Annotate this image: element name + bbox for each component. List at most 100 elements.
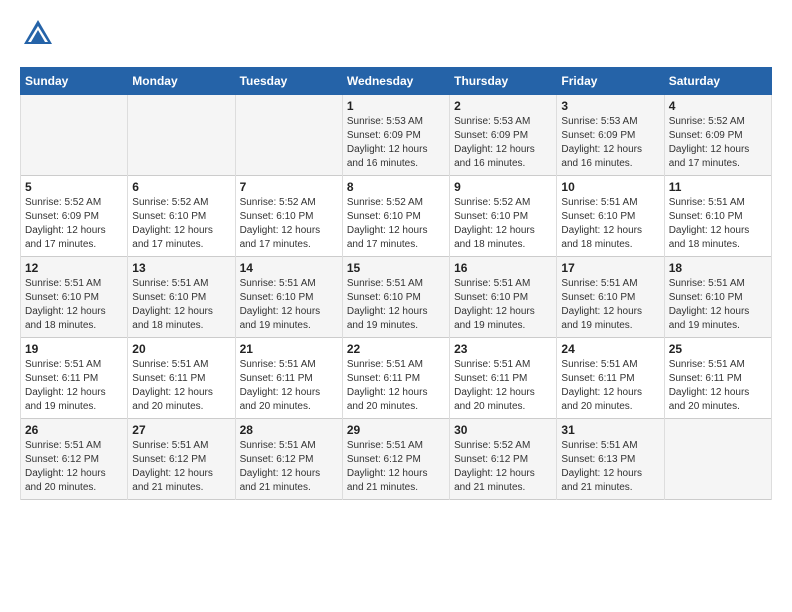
day-info: Sunrise: 5:51 AM Sunset: 6:11 PM Dayligh… xyxy=(25,358,123,414)
day-number: 30 xyxy=(454,423,552,437)
day-info: Sunrise: 5:51 AM Sunset: 6:11 PM Dayligh… xyxy=(132,358,230,414)
day-info: Sunrise: 5:51 AM Sunset: 6:10 PM Dayligh… xyxy=(347,277,445,333)
day-info: Sunrise: 5:52 AM Sunset: 6:09 PM Dayligh… xyxy=(669,115,767,171)
day-info: Sunrise: 5:53 AM Sunset: 6:09 PM Dayligh… xyxy=(561,115,659,171)
day-info: Sunrise: 5:51 AM Sunset: 6:10 PM Dayligh… xyxy=(240,277,338,333)
calendar-cell: 29 Sunrise: 5:51 AM Sunset: 6:12 PM Dayli… xyxy=(342,419,449,500)
logo xyxy=(20,16,60,57)
day-number: 10 xyxy=(561,180,659,194)
day-info: Sunrise: 5:51 AM Sunset: 6:13 PM Dayligh… xyxy=(561,439,659,495)
day-number: 4 xyxy=(669,99,767,113)
day-info: Sunrise: 5:51 AM Sunset: 6:10 PM Dayligh… xyxy=(669,277,767,333)
day-info: Sunrise: 5:53 AM Sunset: 6:09 PM Dayligh… xyxy=(454,115,552,171)
calendar-cell: 16 Sunrise: 5:51 AM Sunset: 6:10 PM Dayli… xyxy=(450,257,557,338)
calendar-cell: 13 Sunrise: 5:51 AM Sunset: 6:10 PM Dayli… xyxy=(128,257,235,338)
day-number: 23 xyxy=(454,342,552,356)
day-number: 18 xyxy=(669,261,767,275)
day-info: Sunrise: 5:52 AM Sunset: 6:09 PM Dayligh… xyxy=(25,196,123,252)
calendar-week-row: 19 Sunrise: 5:51 AM Sunset: 6:11 PM Dayli… xyxy=(21,338,772,419)
page-header xyxy=(20,16,772,57)
day-number: 2 xyxy=(454,99,552,113)
day-number: 8 xyxy=(347,180,445,194)
day-number: 26 xyxy=(25,423,123,437)
day-info: Sunrise: 5:51 AM Sunset: 6:10 PM Dayligh… xyxy=(132,277,230,333)
day-number: 27 xyxy=(132,423,230,437)
day-info: Sunrise: 5:52 AM Sunset: 6:10 PM Dayligh… xyxy=(454,196,552,252)
calendar-cell: 2 Sunrise: 5:53 AM Sunset: 6:09 PM Daylig… xyxy=(450,95,557,176)
calendar-week-row: 26 Sunrise: 5:51 AM Sunset: 6:12 PM Dayli… xyxy=(21,419,772,500)
calendar-cell: 4 Sunrise: 5:52 AM Sunset: 6:09 PM Daylig… xyxy=(664,95,771,176)
header-tuesday: Tuesday xyxy=(235,68,342,95)
calendar-table: SundayMondayTuesdayWednesdayThursdayFrid… xyxy=(20,67,772,500)
calendar-cell: 17 Sunrise: 5:51 AM Sunset: 6:10 PM Dayli… xyxy=(557,257,664,338)
day-number: 21 xyxy=(240,342,338,356)
calendar-cell: 3Sunrise: 5:53 AM Sunset: 6:09 PM Daylig… xyxy=(557,95,664,176)
day-number: 24 xyxy=(561,342,659,356)
header-sunday: Sunday xyxy=(21,68,128,95)
calendar-cell: 24Sunrise: 5:51 AM Sunset: 6:11 PM Dayli… xyxy=(557,338,664,419)
calendar-cell: 21 Sunrise: 5:51 AM Sunset: 6:11 PM Dayli… xyxy=(235,338,342,419)
day-number: 9 xyxy=(454,180,552,194)
day-number: 29 xyxy=(347,423,445,437)
calendar-cell: 25Sunrise: 5:51 AM Sunset: 6:11 PM Dayli… xyxy=(664,338,771,419)
day-info: Sunrise: 5:51 AM Sunset: 6:12 PM Dayligh… xyxy=(347,439,445,495)
day-info: Sunrise: 5:51 AM Sunset: 6:10 PM Dayligh… xyxy=(561,196,659,252)
calendar-cell: 7 Sunrise: 5:52 AM Sunset: 6:10 PM Daylig… xyxy=(235,176,342,257)
calendar-cell: 14 Sunrise: 5:51 AM Sunset: 6:10 PM Dayli… xyxy=(235,257,342,338)
calendar-cell: 23Sunrise: 5:51 AM Sunset: 6:11 PM Dayli… xyxy=(450,338,557,419)
day-number: 22 xyxy=(347,342,445,356)
calendar-cell: 26 Sunrise: 5:51 AM Sunset: 6:12 PM Dayli… xyxy=(21,419,128,500)
calendar-cell: 18 Sunrise: 5:51 AM Sunset: 6:10 PM Dayli… xyxy=(664,257,771,338)
day-number: 15 xyxy=(347,261,445,275)
day-info: Sunrise: 5:51 AM Sunset: 6:12 PM Dayligh… xyxy=(25,439,123,495)
day-number: 5 xyxy=(25,180,123,194)
calendar-cell: 28 Sunrise: 5:51 AM Sunset: 6:12 PM Dayli… xyxy=(235,419,342,500)
day-number: 12 xyxy=(25,261,123,275)
calendar-cell: 31Sunrise: 5:51 AM Sunset: 6:13 PM Dayli… xyxy=(557,419,664,500)
day-number: 14 xyxy=(240,261,338,275)
calendar-cell xyxy=(128,95,235,176)
header-monday: Monday xyxy=(128,68,235,95)
calendar-cell: 27 Sunrise: 5:51 AM Sunset: 6:12 PM Dayli… xyxy=(128,419,235,500)
day-number: 13 xyxy=(132,261,230,275)
calendar-week-row: 1Sunrise: 5:53 AM Sunset: 6:09 PM Daylig… xyxy=(21,95,772,176)
day-info: Sunrise: 5:51 AM Sunset: 6:10 PM Dayligh… xyxy=(669,196,767,252)
day-number: 11 xyxy=(669,180,767,194)
calendar-cell: 19 Sunrise: 5:51 AM Sunset: 6:11 PM Dayli… xyxy=(21,338,128,419)
calendar-cell: 15 Sunrise: 5:51 AM Sunset: 6:10 PM Dayli… xyxy=(342,257,449,338)
day-number: 6 xyxy=(132,180,230,194)
header-thursday: Thursday xyxy=(450,68,557,95)
day-number: 17 xyxy=(561,261,659,275)
header-friday: Friday xyxy=(557,68,664,95)
calendar-cell: 10 Sunrise: 5:51 AM Sunset: 6:10 PM Dayli… xyxy=(557,176,664,257)
calendar-week-row: 5 Sunrise: 5:52 AM Sunset: 6:09 PM Daylig… xyxy=(21,176,772,257)
day-info: Sunrise: 5:51 AM Sunset: 6:11 PM Dayligh… xyxy=(240,358,338,414)
calendar-cell: 8 Sunrise: 5:52 AM Sunset: 6:10 PM Daylig… xyxy=(342,176,449,257)
day-info: Sunrise: 5:51 AM Sunset: 6:11 PM Dayligh… xyxy=(347,358,445,414)
day-number: 28 xyxy=(240,423,338,437)
day-info: Sunrise: 5:51 AM Sunset: 6:10 PM Dayligh… xyxy=(454,277,552,333)
day-info: Sunrise: 5:51 AM Sunset: 6:12 PM Dayligh… xyxy=(132,439,230,495)
calendar-cell xyxy=(21,95,128,176)
day-number: 16 xyxy=(454,261,552,275)
day-info: Sunrise: 5:51 AM Sunset: 6:11 PM Dayligh… xyxy=(669,358,767,414)
day-info: Sunrise: 5:53 AM Sunset: 6:09 PM Dayligh… xyxy=(347,115,445,171)
day-number: 7 xyxy=(240,180,338,194)
day-info: Sunrise: 5:51 AM Sunset: 6:10 PM Dayligh… xyxy=(25,277,123,333)
day-info: Sunrise: 5:52 AM Sunset: 6:10 PM Dayligh… xyxy=(132,196,230,252)
day-info: Sunrise: 5:52 AM Sunset: 6:10 PM Dayligh… xyxy=(240,196,338,252)
day-info: Sunrise: 5:52 AM Sunset: 6:12 PM Dayligh… xyxy=(454,439,552,495)
calendar-cell: 12 Sunrise: 5:51 AM Sunset: 6:10 PM Dayli… xyxy=(21,257,128,338)
calendar-cell: 6 Sunrise: 5:52 AM Sunset: 6:10 PM Daylig… xyxy=(128,176,235,257)
day-info: Sunrise: 5:51 AM Sunset: 6:10 PM Dayligh… xyxy=(561,277,659,333)
calendar-cell: 5 Sunrise: 5:52 AM Sunset: 6:09 PM Daylig… xyxy=(21,176,128,257)
calendar-cell: 11 Sunrise: 5:51 AM Sunset: 6:10 PM Dayli… xyxy=(664,176,771,257)
calendar-cell xyxy=(664,419,771,500)
day-info: Sunrise: 5:51 AM Sunset: 6:12 PM Dayligh… xyxy=(240,439,338,495)
calendar-cell: 1Sunrise: 5:53 AM Sunset: 6:09 PM Daylig… xyxy=(342,95,449,176)
calendar-cell: 9 Sunrise: 5:52 AM Sunset: 6:10 PM Daylig… xyxy=(450,176,557,257)
calendar-week-row: 12 Sunrise: 5:51 AM Sunset: 6:10 PM Dayli… xyxy=(21,257,772,338)
calendar-cell: 30 Sunrise: 5:52 AM Sunset: 6:12 PM Dayli… xyxy=(450,419,557,500)
day-number: 19 xyxy=(25,342,123,356)
day-info: Sunrise: 5:52 AM Sunset: 6:10 PM Dayligh… xyxy=(347,196,445,252)
